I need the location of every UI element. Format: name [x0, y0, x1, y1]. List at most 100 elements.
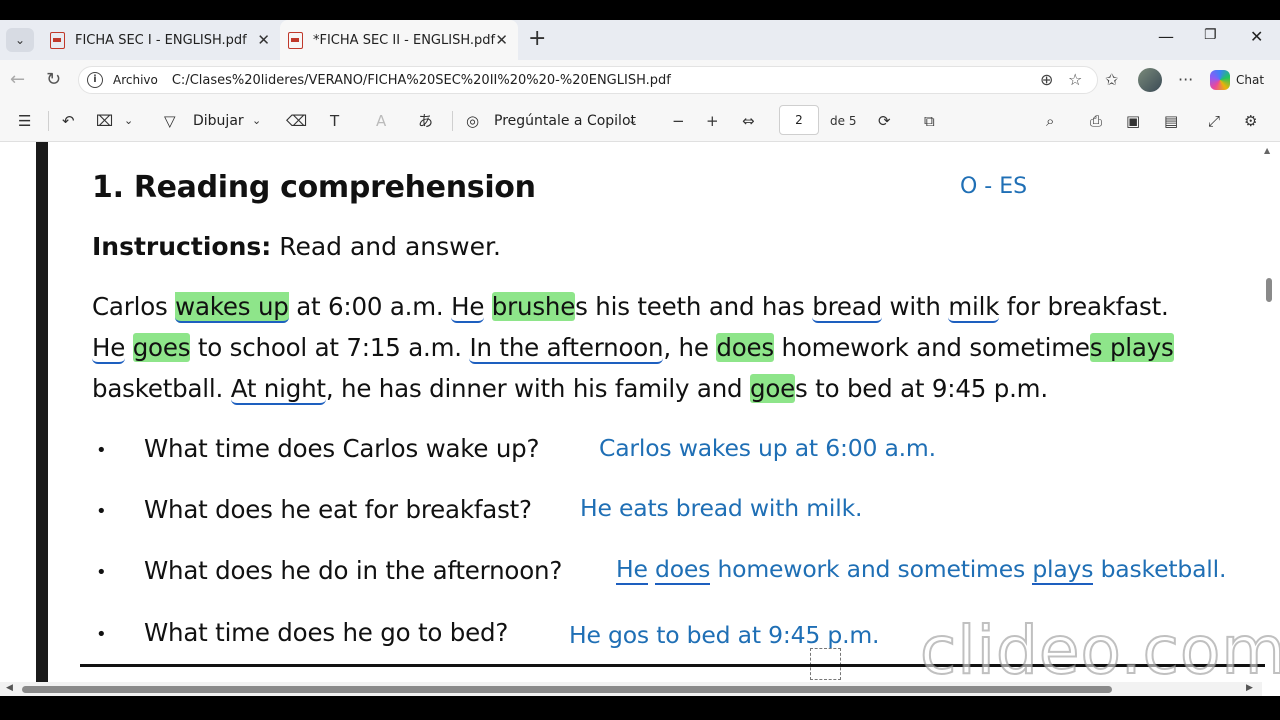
highlighted-phrase: brushe [491, 292, 576, 321]
text-run: with [881, 292, 949, 321]
save-icon[interactable]: ▣ [1126, 110, 1140, 132]
page-view-icon[interactable]: ⧉ [924, 110, 935, 132]
underlined-word: plays [1032, 555, 1094, 585]
save-as-icon[interactable]: ▤ [1164, 110, 1178, 132]
page-number-input[interactable]: 2 [779, 105, 819, 135]
scroll-thumb[interactable] [22, 686, 1112, 693]
handwritten-annotation[interactable]: O - ES [960, 174, 1027, 199]
print-icon[interactable]: ⎙ [1090, 110, 1102, 132]
eraser-icon[interactable]: ⌫ [286, 110, 307, 132]
close-window-icon[interactable]: ✕ [1250, 27, 1263, 46]
text-run: s his teeth and has [575, 292, 813, 321]
scroll-up-icon[interactable]: ▲ [1264, 146, 1270, 155]
top-black-bar [0, 0, 1280, 20]
back-arrow-icon[interactable]: ← [10, 69, 25, 90]
draw-label[interactable]: Dibujar [193, 110, 244, 132]
tab-ficha-sec-i[interactable]: FICHA SEC I - ENGLISH.pdf ✕ [40, 20, 280, 60]
browser-tab-strip: FICHA SEC I - ENGLISH.pdf ✕ *FICHA SEC I… [0, 20, 1280, 60]
scroll-left-icon[interactable]: ◀ [6, 683, 13, 693]
site-info-icon[interactable]: i [87, 72, 103, 88]
underlined-word: He [92, 333, 126, 364]
pdf-toolbar: ☰ ↶ ⌧ ⌄ ▽ Dibujar ⌄ ⌫ T A あ ◎ Pregúntale… [0, 100, 1280, 236]
page-title: 1. Reading comprehension [92, 170, 536, 205]
text-run [648, 555, 655, 583]
answer-3[interactable]: He does homework and sometimes plays bas… [616, 555, 1227, 585]
pdf-file-icon [288, 31, 303, 49]
underlined-word: bread [812, 292, 882, 323]
copilot-logo-icon [1210, 70, 1230, 90]
url-text: C:/Clases%20lideres/VERANO/FICHA%20SEC%2… [171, 72, 671, 88]
close-tab-icon[interactable]: ✕ [257, 31, 270, 49]
underlined-word: He [451, 292, 485, 323]
horizontal-scrollbar[interactable]: ◀ ▶ [0, 682, 1262, 696]
underlined-word: milk [948, 292, 1000, 323]
instructions: Instructions: Read and answer. [92, 232, 501, 261]
zoom-out-icon[interactable]: − [672, 110, 685, 132]
answer-1[interactable]: Carlos wakes up at 6:00 a.m. [599, 434, 936, 462]
text-run: homework and sometime [773, 333, 1090, 362]
undo-icon[interactable]: ↶ [62, 110, 75, 132]
fullscreen-icon[interactable]: ⤢ [1208, 110, 1220, 132]
highlighted-phrase: s plays [1089, 333, 1174, 362]
text-run: for breakfast. [999, 292, 1169, 321]
rotate-icon[interactable]: ⟳ [878, 110, 891, 132]
settings-gear-icon[interactable]: ⚙ [1244, 110, 1257, 132]
more-menu-icon[interactable]: ··· [1178, 70, 1193, 89]
url-scheme-label: Archivo [113, 73, 158, 87]
zoom-in-icon[interactable]: + [706, 110, 719, 132]
text-run: to school at 7:15 a.m. [190, 333, 470, 362]
answer-4[interactable]: He gos to bed at 9:45 p.m. [569, 621, 880, 649]
text-format-icon[interactable]: A [376, 110, 386, 132]
chevron-down-icon[interactable]: ⌄ [252, 110, 261, 132]
watermark: clideo.com [919, 611, 1280, 690]
zoom-icon[interactable]: ⊕ [1040, 70, 1053, 89]
copilot-icon[interactable]: ◎ [466, 110, 479, 132]
divider [48, 111, 49, 131]
highlighted-phrase: wakes up [175, 292, 289, 323]
favorite-star-icon[interactable]: ☆ [1068, 70, 1082, 89]
text-run: , he [663, 333, 717, 362]
vertical-scrollbar[interactable]: ▲ [1262, 142, 1276, 682]
highlighted-phrase: does [716, 333, 774, 362]
bullet: • [96, 562, 107, 583]
pdf-file-icon [50, 31, 65, 49]
tab-actions-chevron-icon[interactable]: ⌄ [6, 28, 34, 52]
chevron-down-icon[interactable]: ⌄ [124, 110, 133, 132]
new-tab-plus-icon[interactable]: + [528, 26, 546, 51]
text-run: homework and sometimes [710, 555, 1033, 583]
ask-copilot-label[interactable]: Pregúntale a Copilot [494, 110, 636, 132]
copilot-chat-button[interactable]: Chat [1210, 67, 1264, 93]
underlined-word: He [616, 555, 648, 585]
profile-avatar[interactable] [1138, 68, 1162, 92]
text-run: basketball. [1093, 555, 1227, 583]
text-box-icon[interactable]: T [330, 110, 339, 132]
contents-list-icon[interactable]: ☰ [18, 110, 31, 132]
scroll-thumb[interactable] [1266, 278, 1272, 302]
text-run [125, 333, 133, 362]
scroll-right-icon[interactable]: ▶ [1246, 683, 1253, 693]
paragraph-line-1: Carlos wakes up at 6:00 a.m. He brushes … [92, 292, 1169, 323]
answer-2[interactable]: He eats bread with milk. [580, 494, 862, 522]
fit-width-icon[interactable]: ⇔ [742, 110, 755, 132]
question-2: What does he eat for breakfast? [144, 495, 532, 524]
pdf-page-content: 1. Reading comprehension O - ES Instruct… [92, 142, 1252, 682]
refresh-icon[interactable]: ↻ [46, 69, 61, 90]
read-aloud-icon[interactable]: あ [418, 110, 433, 132]
tab-ficha-sec-ii[interactable]: *FICHA SEC II - ENGLISH.pdf ✕ [280, 20, 518, 60]
draw-pen-icon[interactable]: ▽ [164, 110, 176, 132]
instructions-text: Read and answer. [279, 232, 501, 261]
text-run [484, 292, 492, 321]
page-total-label: de 5 [830, 114, 857, 128]
divider [452, 111, 453, 131]
pdf-viewer: 1. Reading comprehension O - ES Instruct… [0, 142, 1280, 720]
search-icon[interactable]: ⌕ [1046, 110, 1054, 132]
minimize-icon[interactable]: — [1158, 27, 1174, 46]
url-field[interactable]: i Archivo C:/Clases%20lideres/VERANO/FIC… [78, 66, 1098, 94]
close-tab-icon[interactable]: ✕ [495, 31, 508, 49]
highlight-icon[interactable]: ⌧ [96, 110, 113, 132]
bullet: • [96, 501, 107, 522]
text-run: s to bed at 9:45 p.m. [795, 374, 1048, 403]
restore-icon[interactable]: ❐ [1204, 27, 1217, 43]
chevron-down-icon[interactable]: ⌄ [628, 110, 637, 132]
favorites-icon[interactable]: ✩ [1105, 70, 1118, 89]
